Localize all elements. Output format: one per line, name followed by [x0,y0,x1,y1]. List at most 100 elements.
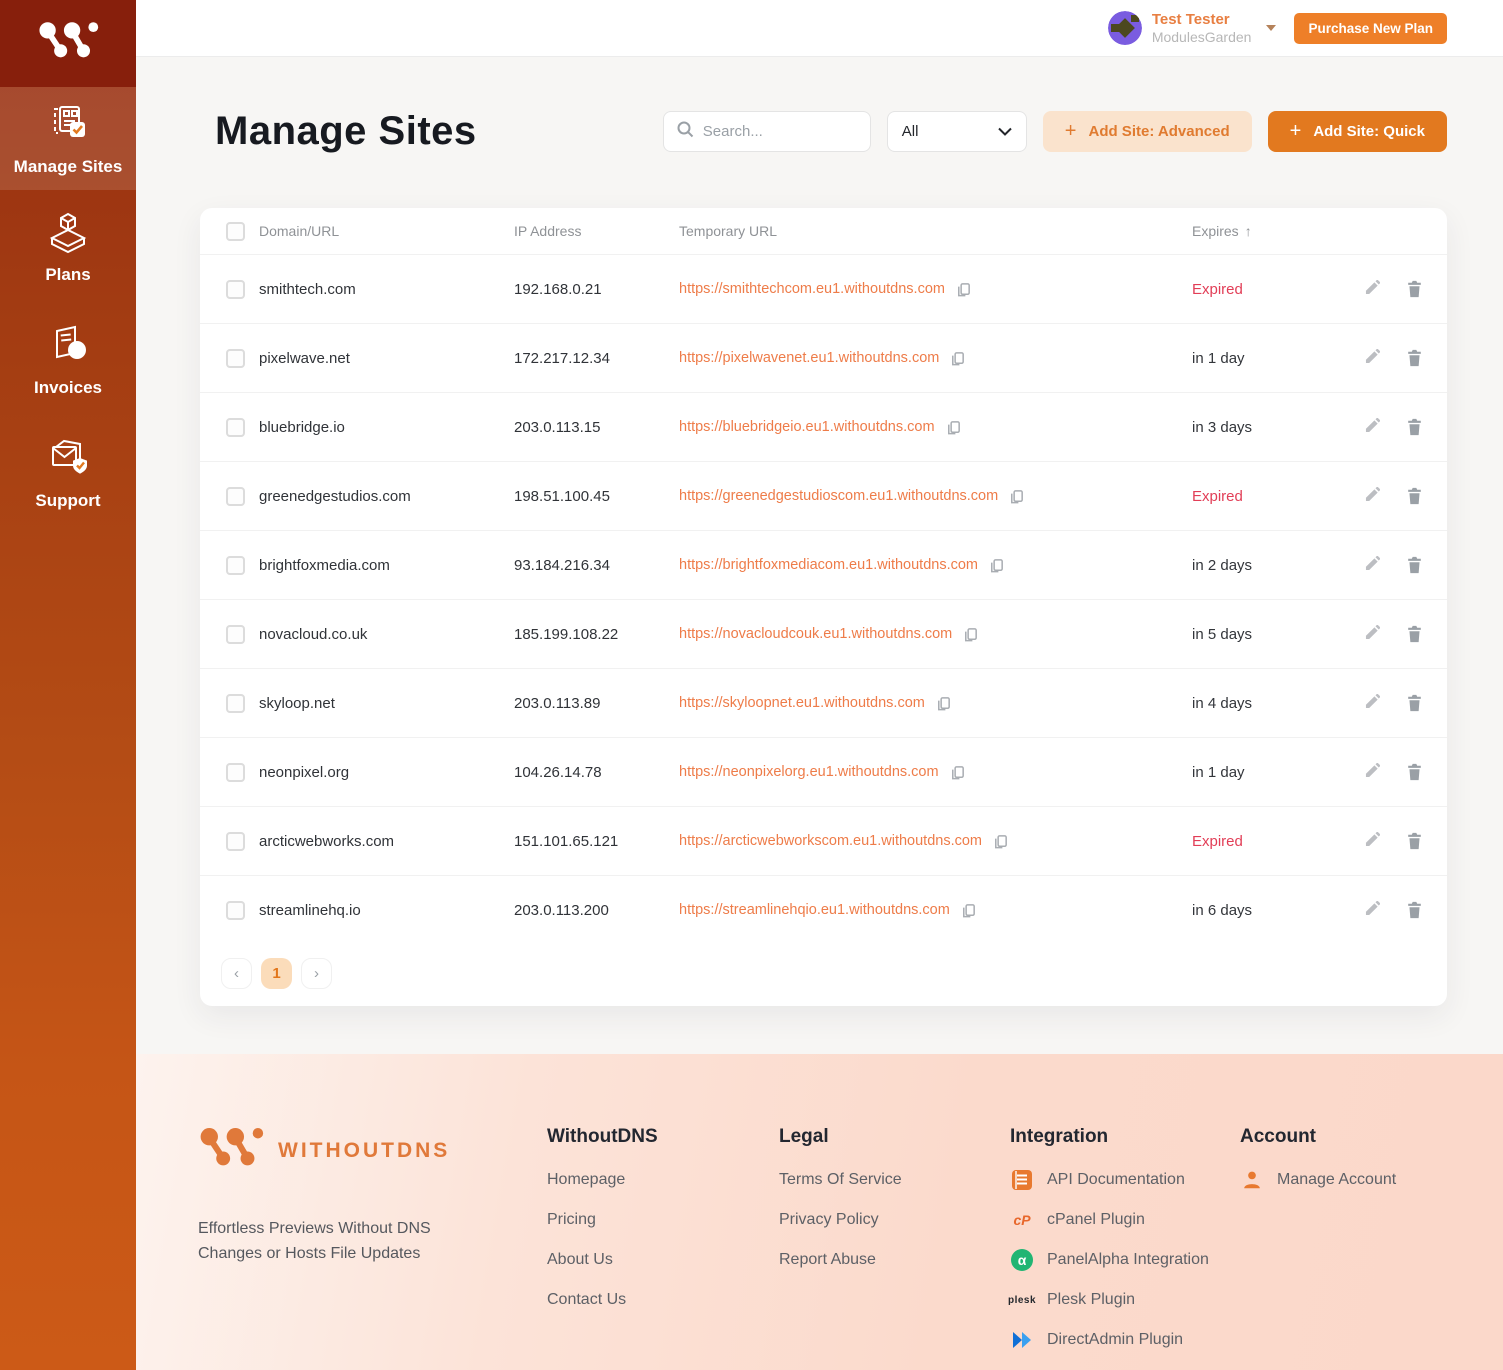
domain-cell: smithtech.com [259,281,514,298]
copy-icon[interactable] [960,902,977,919]
page-1-button[interactable]: 1 [261,958,292,989]
footer-link-about-us[interactable]: About Us [547,1240,779,1280]
toolbar: All + Add Site: Advanced + Add Site: Qui… [663,111,1447,152]
copy-icon[interactable] [949,764,966,781]
delete-icon[interactable] [1406,763,1423,781]
prev-page-button[interactable]: ‹ [221,958,252,989]
footer-link-directadmin-plugin[interactable]: DirectAdmin Plugin [1010,1320,1240,1360]
table-row: pixelwave.net 172.217.12.34 https://pixe… [200,323,1447,392]
delete-icon[interactable] [1406,901,1423,919]
footer-link-pricing[interactable]: Pricing [547,1200,779,1240]
copy-icon[interactable] [955,281,972,298]
domain-cell: brightfoxmedia.com [259,557,514,574]
copy-icon[interactable] [935,695,952,712]
domain-cell: arcticwebworks.com [259,833,514,850]
footer-link-plesk-plugin[interactable]: plesk Plesk Plugin [1010,1280,1240,1320]
sort-asc-icon: ↑ [1245,223,1252,239]
temporary-url-link[interactable]: https://novacloudcouk.eu1.withoutdns.com [679,626,952,642]
add-site-advanced-button[interactable]: + Add Site: Advanced [1043,111,1252,152]
temporary-url-link[interactable]: https://arcticwebworkscom.eu1.withoutdns… [679,833,982,849]
plus-icon: + [1065,120,1077,143]
user-organization: ModulesGarden [1152,29,1252,45]
avatar[interactable] [1108,11,1142,45]
edit-icon[interactable] [1362,625,1380,643]
edit-icon[interactable] [1362,280,1380,298]
temporary-url-link[interactable]: https://greenedgestudioscom.eu1.withoutd… [679,488,998,504]
row-checkbox[interactable] [226,625,245,644]
purchase-new-plan-button[interactable]: Purchase New Plan [1294,13,1447,44]
footer-link-manage-account[interactable]: Manage Account [1240,1160,1500,1200]
footer-link-homepage[interactable]: Homepage [547,1160,779,1200]
footer-link-label: DirectAdmin Plugin [1047,1331,1183,1349]
row-checkbox[interactable] [226,280,245,299]
edit-icon[interactable] [1362,556,1380,574]
row-checkbox[interactable] [226,418,245,437]
temporary-url-link[interactable]: https://smithtechcom.eu1.withoutdns.com [679,281,945,297]
col-header-expires[interactable]: Expires↑ [1192,223,1362,239]
row-checkbox[interactable] [226,487,245,506]
row-checkbox[interactable] [226,694,245,713]
delete-icon[interactable] [1406,832,1423,850]
sidebar-item-invoices[interactable]: $ Invoices [0,303,136,416]
domain-cell: streamlinehq.io [259,902,514,919]
filter-select[interactable]: All [887,111,1027,152]
temporary-url-link[interactable]: https://neonpixelorg.eu1.withoutdns.com [679,764,939,780]
delete-icon[interactable] [1406,280,1423,298]
edit-icon[interactable] [1362,694,1380,712]
footer-link-api-documentation[interactable]: API Documentation [1010,1160,1240,1200]
table-row: smithtech.com 192.168.0.21 https://smith… [200,254,1447,323]
edit-icon[interactable] [1362,349,1380,367]
delete-icon[interactable] [1406,625,1423,643]
footer-link-privacy[interactable]: Privacy Policy [779,1200,1010,1240]
sidebar-item-manage-sites[interactable]: Manage Sites [0,87,136,190]
row-checkbox[interactable] [226,901,245,920]
temporary-url-link[interactable]: https://bluebridgeio.eu1.withoutdns.com [679,419,935,435]
temporary-url-link[interactable]: https://brightfoxmediacom.eu1.withoutdns… [679,557,978,573]
edit-icon[interactable] [1362,832,1380,850]
copy-icon[interactable] [988,557,1005,574]
row-checkbox[interactable] [226,349,245,368]
topbar: Test Tester ModulesGarden Purchase New P… [136,0,1503,57]
sidebar-item-plans[interactable]: Plans [0,190,136,303]
footer-col-title: WithoutDNS [547,1126,779,1148]
select-all-checkbox[interactable] [226,222,245,241]
footer-col-title: Integration [1010,1126,1240,1148]
footer-link-cpanel-plugin[interactable]: cP cPanel Plugin [1010,1200,1240,1240]
copy-icon[interactable] [945,419,962,436]
delete-icon[interactable] [1406,694,1423,712]
temporary-url-link[interactable]: https://skyloopnet.eu1.withoutdns.com [679,695,925,711]
copy-icon[interactable] [962,626,979,643]
edit-icon[interactable] [1362,487,1380,505]
delete-icon[interactable] [1406,418,1423,436]
footer-link-contact-us[interactable]: Contact Us [547,1280,779,1320]
copy-icon[interactable] [949,350,966,367]
footer-link-terms[interactable]: Terms Of Service [779,1160,1010,1200]
footer-link-report-abuse[interactable]: Report Abuse [779,1240,1010,1280]
table-body: smithtech.com 192.168.0.21 https://smith… [200,254,1447,944]
delete-icon[interactable] [1406,349,1423,367]
search-input[interactable] [703,123,858,140]
copy-icon[interactable] [1008,488,1025,505]
temporary-url-link[interactable]: https://pixelwavenet.eu1.withoutdns.com [679,350,939,366]
app-logo[interactable] [0,0,136,87]
footer-link-panelalpha-integration[interactable]: α PanelAlpha Integration [1010,1240,1240,1280]
row-checkbox[interactable] [226,763,245,782]
table-row: skyloop.net 203.0.113.89 https://skyloop… [200,668,1447,737]
sidebar-item-support[interactable]: Support [0,416,136,529]
ip-cell: 151.101.65.121 [514,833,679,850]
copy-icon[interactable] [992,833,1009,850]
delete-icon[interactable] [1406,556,1423,574]
user-menu-caret-icon[interactable] [1266,25,1276,31]
next-page-button[interactable]: › [301,958,332,989]
edit-icon[interactable] [1362,901,1380,919]
row-checkbox[interactable] [226,832,245,851]
cpanel-icon: cP [1010,1208,1034,1232]
row-checkbox[interactable] [226,556,245,575]
api-documentation-icon [1010,1168,1034,1192]
delete-icon[interactable] [1406,487,1423,505]
col-header-temporary-url: Temporary URL [679,223,1192,239]
temporary-url-link[interactable]: https://streamlinehqio.eu1.withoutdns.co… [679,902,950,918]
edit-icon[interactable] [1362,418,1380,436]
edit-icon[interactable] [1362,763,1380,781]
add-site-quick-button[interactable]: + Add Site: Quick [1268,111,1447,152]
